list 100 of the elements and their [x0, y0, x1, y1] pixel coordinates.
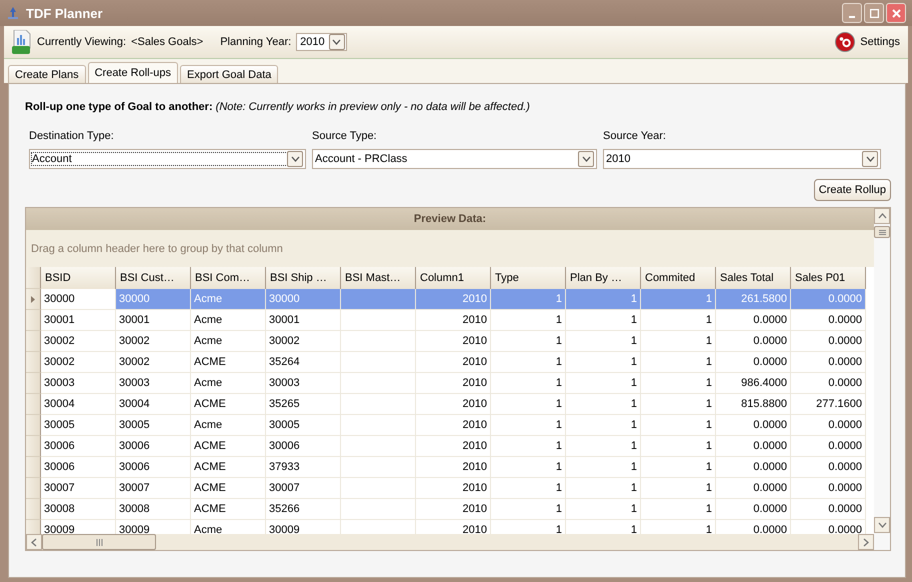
table-cell: 1 — [566, 394, 641, 415]
row-header[interactable] — [26, 499, 41, 520]
row-header[interactable] — [26, 394, 41, 415]
table-cell: 0.0000 — [791, 499, 866, 520]
table-cell: Acme — [191, 310, 266, 331]
table-cell: 35265 — [266, 394, 341, 415]
scroll-up-button[interactable] — [874, 208, 890, 224]
column-header[interactable]: Plan By … — [566, 267, 641, 289]
table-cell: 2010 — [416, 352, 491, 373]
table-cell: 30001 — [266, 310, 341, 331]
table-cell: 1 — [491, 352, 566, 373]
scroll-thumb[interactable] — [874, 226, 890, 238]
tab[interactable]: Create Roll-ups — [88, 62, 178, 83]
table-cell: 30006 — [116, 436, 191, 457]
scroll-down-button[interactable] — [874, 517, 890, 533]
chevron-right-icon — [863, 538, 869, 546]
column-header[interactable]: BSID — [41, 267, 116, 289]
planning-year-select[interactable]: 2010 — [296, 33, 347, 51]
table-cell: 1 — [641, 331, 716, 352]
table-cell: 30002 — [266, 331, 341, 352]
chevron-down-icon — [332, 39, 342, 45]
table-cell: 1 — [491, 478, 566, 499]
viewing-label: Currently Viewing: — [37, 36, 126, 48]
chevron-down-icon — [582, 156, 590, 162]
table-cell: 1 — [641, 352, 716, 373]
table-cell: 277.1600 — [791, 394, 866, 415]
close-button[interactable] — [886, 3, 906, 23]
table-cell: 0.0000 — [791, 457, 866, 478]
table-cell: 30002 — [41, 331, 116, 352]
tab[interactable]: Export Goal Data — [180, 65, 278, 83]
column-header[interactable]: Type — [491, 267, 566, 289]
table-cell: 1 — [641, 415, 716, 436]
table-cell: 30002 — [116, 352, 191, 373]
table-cell: 0.0000 — [791, 478, 866, 499]
row-header[interactable] — [26, 310, 41, 331]
table-cell: 2010 — [416, 310, 491, 331]
close-icon — [892, 8, 900, 18]
heading: Roll-up one type of Goal to another: (Note: Currently works in preview only - no data will be affected.) — [25, 101, 531, 113]
table-cell: 986.4000 — [716, 373, 791, 394]
column-header[interactable]: BSI Cust… — [116, 267, 191, 289]
row-header[interactable] — [26, 478, 41, 499]
table-cell: 1 — [566, 289, 641, 310]
table-cell: 30002 — [41, 352, 116, 373]
table-cell: 1 — [641, 478, 716, 499]
table-cell: 1 — [641, 457, 716, 478]
table-cell: 30003 — [266, 373, 341, 394]
column-header[interactable]: BSI Ship … — [266, 267, 341, 289]
table-cell: 0.0000 — [716, 478, 791, 499]
row-header[interactable] — [26, 289, 41, 310]
scroll-right-button[interactable] — [858, 534, 874, 550]
settings-button[interactable]: Settings — [835, 32, 900, 52]
row-header[interactable] — [26, 415, 41, 436]
dropdown-field[interactable]: Account — [29, 149, 306, 169]
table-cell: 2010 — [416, 478, 491, 499]
column-header[interactable]: Commited — [641, 267, 716, 289]
table-cell: 2010 — [416, 499, 491, 520]
tab[interactable]: Create Plans — [8, 65, 86, 83]
scroll-left-button[interactable] — [26, 534, 42, 550]
table-cell: 30006 — [116, 457, 191, 478]
dropdown-field[interactable]: 2010 — [603, 149, 881, 169]
table-cell: 30002 — [116, 331, 191, 352]
table-cell: 2010 — [416, 415, 491, 436]
dropdown-field[interactable]: Account - PRClass — [312, 149, 597, 169]
column-header[interactable]: BSI Com… — [191, 267, 266, 289]
table-cell: 30000 — [116, 289, 191, 310]
column-header[interactable]: Sales Total — [716, 267, 791, 289]
table-cell: 30000 — [266, 289, 341, 310]
minimize-button[interactable] — [842, 3, 862, 23]
table-cell: 1 — [566, 373, 641, 394]
table-cell: 30008 — [41, 499, 116, 520]
column-header[interactable]: Sales P01 — [791, 267, 866, 289]
column-header[interactable]: BSI Mast… — [341, 267, 416, 289]
table-cell: ACME — [191, 499, 266, 520]
row-header[interactable] — [26, 352, 41, 373]
field-label: Destination Type: — [29, 130, 115, 142]
table-cell: 2010 — [416, 331, 491, 352]
viewing-value: <Sales Goals> — [131, 36, 204, 48]
table-cell: 30007 — [116, 478, 191, 499]
row-header — [26, 267, 41, 289]
app-icon — [6, 6, 20, 20]
row-header[interactable] — [26, 373, 41, 394]
table-cell: 30008 — [116, 499, 191, 520]
row-header[interactable] — [26, 331, 41, 352]
field-label: Source Type: — [312, 130, 378, 142]
table-cell: 1 — [491, 499, 566, 520]
table-cell: 0.0000 — [791, 373, 866, 394]
table-cell: 1 — [566, 499, 641, 520]
minimize-icon — [849, 16, 855, 18]
table-cell: 2010 — [416, 436, 491, 457]
scroll-thumb[interactable] — [42, 534, 156, 550]
chevron-left-icon — [31, 538, 37, 546]
create-rollup-button[interactable]: Create Rollup — [814, 179, 891, 201]
table-cell: 1 — [566, 436, 641, 457]
table-cell: 30004 — [116, 394, 191, 415]
row-header[interactable] — [26, 436, 41, 457]
table-cell: 0.0000 — [716, 310, 791, 331]
row-header[interactable] — [26, 457, 41, 478]
maximize-button[interactable] — [864, 3, 884, 23]
column-header[interactable]: Column1 — [416, 267, 491, 289]
table-cell: 30003 — [116, 373, 191, 394]
